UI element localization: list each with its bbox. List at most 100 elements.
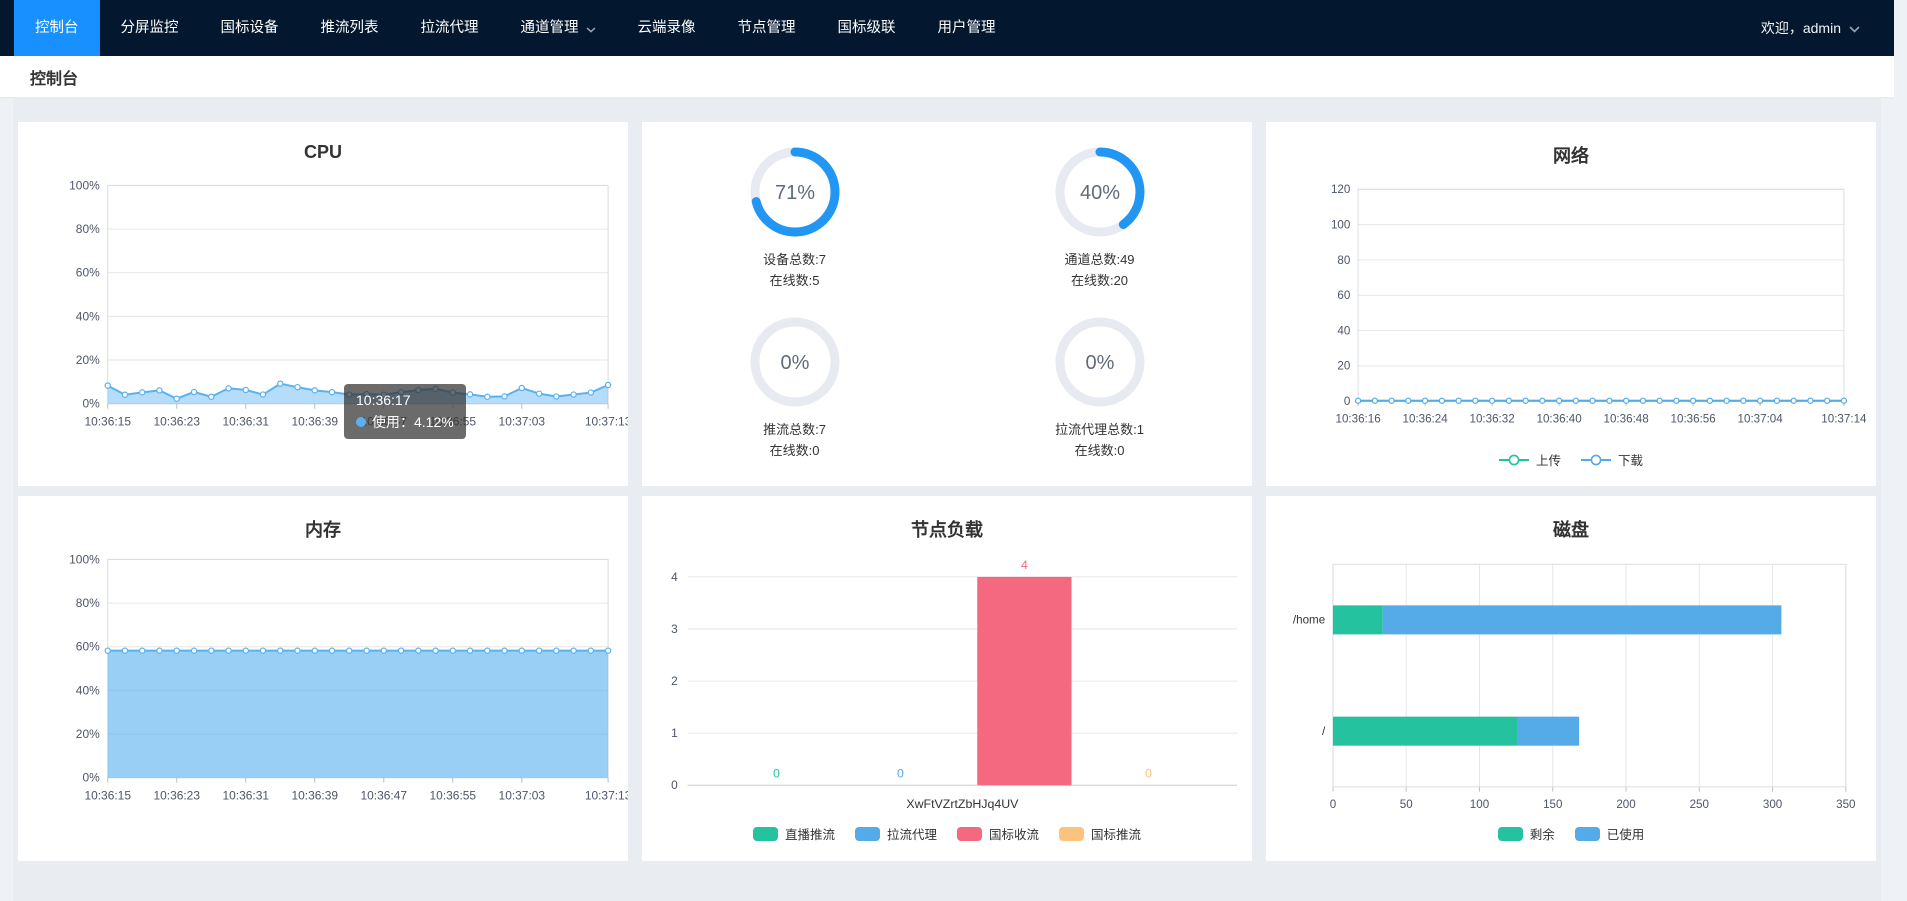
gauge-line1: 拉流代理总数:1 — [1055, 420, 1144, 440]
legend-line-icon — [1581, 454, 1611, 466]
legend-item-直播推流[interactable]: 直播推流 — [753, 824, 835, 843]
breadcrumb-bar: 控制台 — [0, 56, 1894, 97]
panel-node-load: 节点负载 012340040XwFtVZrtZbHJq4UV 直播推流拉流代理国… — [642, 496, 1252, 861]
gauge-percent: 40% — [1079, 182, 1119, 204]
panel-grid: CPU 0%20%40%60%80%100%10:36:1510:36:2310… — [13, 97, 1881, 861]
dashboard-page: 控制台分屏监控国标设备推流列表拉流代理通道管理云端录像节点管理国标级联用户管理 … — [0, 0, 1894, 901]
network-legend: 上传 下载 — [1266, 450, 1876, 469]
network-chart-title: 网络 — [1266, 122, 1876, 170]
node-load-chart[interactable]: 012340040XwFtVZrtZbHJq4UV — [642, 546, 1252, 836]
nav-tab-6[interactable]: 云端录像 — [617, 0, 717, 56]
svg-text:10:36:48: 10:36:48 — [1604, 412, 1649, 425]
nav-tab-2[interactable]: 国标设备 — [200, 0, 300, 56]
legend-swatch-icon — [1575, 827, 1600, 841]
memory-chart[interactable]: 0%20%40%60%80%100%10:36:1510:36:2310:36:… — [18, 546, 628, 836]
user-menu[interactable]: 欢迎，admin — [1761, 0, 1894, 56]
svg-text:10:36:16: 10:36:16 — [1335, 412, 1380, 425]
panel-gauges: 71%设备总数:7在线数:540%通道总数:49在线数:200%推流总数:7在线… — [642, 122, 1252, 486]
svg-text:10:36:47: 10:36:47 — [361, 415, 408, 429]
svg-text:10:36:23: 10:36:23 — [153, 789, 200, 803]
legend-item-拉流代理[interactable]: 拉流代理 — [855, 824, 937, 843]
svg-text:1: 1 — [671, 726, 678, 740]
svg-text:10:36:31: 10:36:31 — [222, 789, 269, 803]
svg-text:80: 80 — [1337, 254, 1350, 267]
legend-swatch-icon — [957, 827, 982, 841]
nav-tab-label: 国标设备 — [221, 0, 279, 56]
svg-text:10:37:14: 10:37:14 — [1821, 412, 1867, 425]
svg-text:300: 300 — [1763, 798, 1782, 811]
legend-label: 拉流代理 — [887, 824, 937, 843]
svg-text:120: 120 — [1331, 183, 1350, 196]
gauge-ring: 0% — [746, 313, 844, 411]
gauge-ring: 0% — [1051, 313, 1149, 411]
svg-text:0: 0 — [671, 778, 678, 792]
legend-label: 直播推流 — [785, 824, 835, 843]
legend-item-国标推流[interactable]: 国标推流 — [1059, 824, 1141, 843]
legend-item-下载[interactable]: 下载 — [1581, 450, 1643, 469]
svg-text:20%: 20% — [76, 727, 100, 741]
svg-text:250: 250 — [1690, 798, 1709, 811]
svg-text:0%: 0% — [82, 771, 100, 785]
svg-text:0: 0 — [1330, 798, 1336, 811]
nav-tab-5[interactable]: 通道管理 — [500, 0, 617, 56]
panel-memory: 内存 0%20%40%60%80%100%10:36:1510:36:2310:… — [18, 496, 628, 861]
gauge-line2: 在线数:0 — [763, 441, 826, 461]
svg-text:40%: 40% — [76, 683, 100, 697]
nav-tab-1[interactable]: 分屏监控 — [100, 0, 200, 56]
gauge-0: 71%设备总数:7在线数:5 — [746, 143, 844, 290]
cpu-chart-title: CPU — [18, 122, 628, 170]
svg-text:10:36:55: 10:36:55 — [430, 789, 477, 803]
nav-tab-7[interactable]: 节点管理 — [717, 0, 817, 56]
gauge-labels: 设备总数:7在线数:5 — [763, 250, 826, 290]
svg-text:4: 4 — [1021, 558, 1028, 572]
scrollbar-track[interactable] — [1894, 0, 1907, 901]
legend-swatch-icon — [1498, 827, 1523, 841]
legend-label: 剩余 — [1530, 824, 1555, 843]
svg-text:150: 150 — [1543, 798, 1562, 811]
gauge-line1: 推流总数:7 — [763, 420, 826, 440]
legend-item-上传[interactable]: 上传 — [1499, 450, 1561, 469]
legend-item-剩余[interactable]: 剩余 — [1498, 824, 1555, 843]
svg-text:60: 60 — [1337, 289, 1350, 302]
svg-text:100: 100 — [1470, 798, 1489, 811]
svg-text:10:36:39: 10:36:39 — [291, 415, 338, 429]
svg-text:/: / — [1322, 725, 1326, 738]
nav-tab-label: 用户管理 — [938, 0, 996, 56]
cpu-chart[interactable]: 0%20%40%60%80%100%10:36:1510:36:2310:36:… — [18, 172, 628, 462]
memory-chart-title: 内存 — [18, 496, 628, 544]
content-area: CPU 0%20%40%60%80%100%10:36:1510:36:2310… — [13, 97, 1881, 901]
nav-tab-9[interactable]: 用户管理 — [917, 0, 1017, 56]
network-chart[interactable]: 02040608010012010:36:1610:36:2410:36:321… — [1271, 172, 1871, 462]
svg-text:10:36:56: 10:36:56 — [1671, 412, 1716, 425]
gauge-labels: 拉流代理总数:1在线数:0 — [1055, 420, 1144, 460]
svg-text:0%: 0% — [82, 397, 100, 411]
svg-text:0: 0 — [1145, 766, 1152, 780]
gauge-line2: 在线数:20 — [1064, 271, 1134, 291]
gauge-percent: 0% — [1085, 352, 1114, 374]
svg-text:10:37:13: 10:37:13 — [585, 415, 628, 429]
gauge-labels: 通道总数:49在线数:20 — [1064, 250, 1134, 290]
svg-text:10:37:03: 10:37:03 — [499, 415, 546, 429]
svg-text:10:36:32: 10:36:32 — [1470, 412, 1515, 425]
legend-item-国标收流[interactable]: 国标收流 — [957, 824, 1039, 843]
nav-tab-label: 节点管理 — [738, 0, 796, 56]
nav-tab-8[interactable]: 国标级联 — [817, 0, 917, 56]
svg-text:10:37:03: 10:37:03 — [499, 789, 546, 803]
nav-tab-4[interactable]: 拉流代理 — [400, 0, 500, 56]
nav-tab-label: 云端录像 — [638, 0, 696, 56]
gauge-ring: 40% — [1051, 143, 1149, 241]
nav-tab-0[interactable]: 控制台 — [14, 0, 100, 56]
gauge-line2: 在线数:5 — [763, 271, 826, 291]
disk-chart[interactable]: 050100150200250300350/home/ — [1271, 546, 1871, 836]
nav-tab-3[interactable]: 推流列表 — [300, 0, 400, 56]
svg-text:XwFtVZrtZbHJq4UV: XwFtVZrtZbHJq4UV — [906, 797, 1019, 811]
svg-text:200: 200 — [1616, 798, 1635, 811]
breadcrumb: 控制台 — [30, 65, 78, 89]
svg-text:2: 2 — [671, 674, 678, 688]
legend-label: 下载 — [1618, 450, 1643, 469]
gauge-1: 40% 通道总数:49在线数:20 — [1051, 143, 1149, 290]
svg-text:100: 100 — [1331, 218, 1350, 231]
svg-text:80%: 80% — [76, 596, 100, 610]
legend-item-已使用[interactable]: 已使用 — [1575, 824, 1645, 843]
gauge-percent: 0% — [780, 352, 809, 374]
